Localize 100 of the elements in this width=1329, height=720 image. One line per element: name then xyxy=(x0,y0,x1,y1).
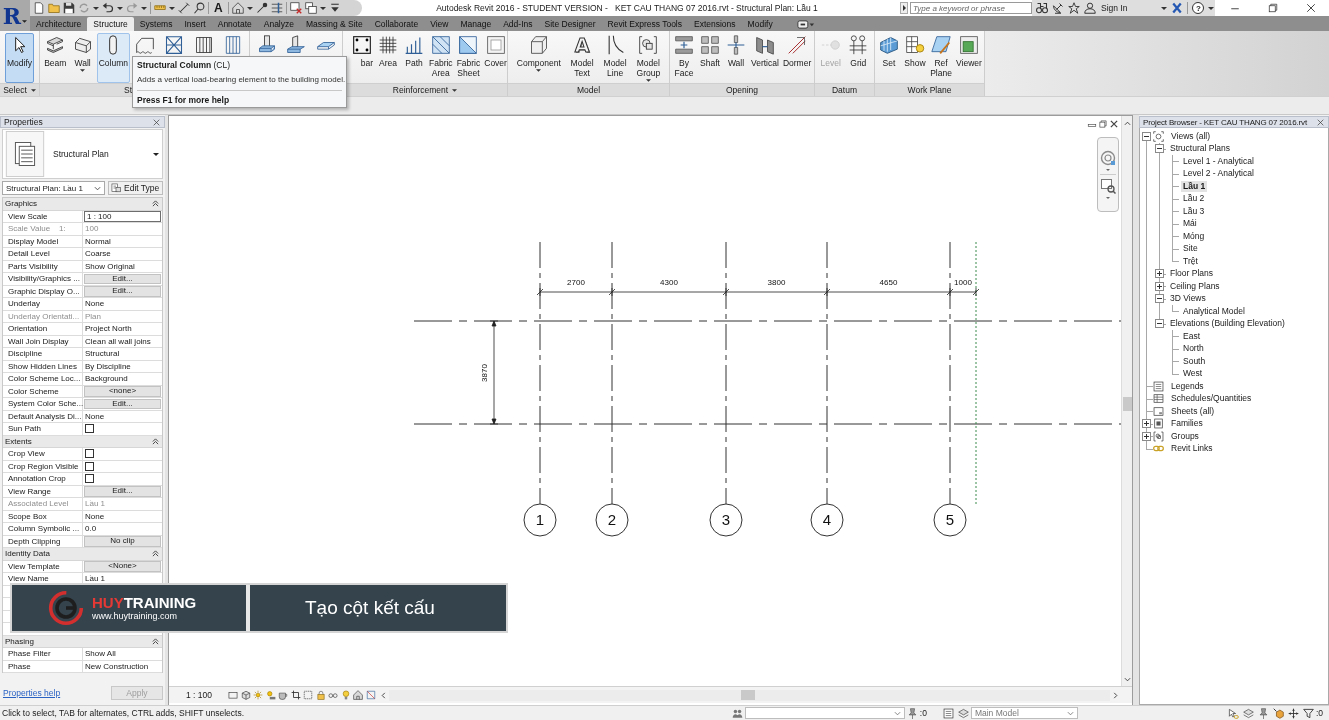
leader-circle-icon[interactable] xyxy=(193,2,205,14)
cube-icon[interactable] xyxy=(240,690,251,700)
chevron-right-icon[interactable] xyxy=(1113,691,1118,699)
close-windows-icon[interactable] xyxy=(289,2,302,14)
chevron-left-icon[interactable] xyxy=(381,691,386,699)
tree-item[interactable]: West xyxy=(1181,368,1205,380)
floppy-icon[interactable] xyxy=(63,2,75,14)
ribbon-button[interactable]: Area xyxy=(375,33,401,83)
caret-icon[interactable] xyxy=(1208,6,1215,10)
tree-item[interactable]: 3D Views xyxy=(1168,293,1208,305)
close-icon[interactable] xyxy=(152,117,161,127)
frame-diagonal-icon[interactable] xyxy=(365,690,376,700)
crop-icon[interactable] xyxy=(290,690,301,700)
layers-icon[interactable] xyxy=(1242,707,1254,719)
tree-item[interactable]: Views (all) xyxy=(1169,130,1213,142)
ribbon-tab[interactable]: Insert xyxy=(178,17,212,31)
property-button[interactable]: No clip xyxy=(84,536,161,547)
ribbon-button[interactable]: Grid xyxy=(845,33,872,83)
tree-item[interactable]: Level 1 - Analytical xyxy=(1181,155,1256,167)
caret-icon[interactable] xyxy=(246,6,253,10)
ribbon-button[interactable]: Wall xyxy=(723,33,749,83)
chevron-up-icon[interactable] xyxy=(1123,121,1131,126)
caret-icon[interactable] xyxy=(93,6,99,10)
group-header[interactable]: Identity Data xyxy=(3,548,162,561)
plus-box-icon[interactable] xyxy=(1154,269,1164,279)
ribbon-tab[interactable]: Site Designer xyxy=(538,17,602,31)
line-dot-icon[interactable] xyxy=(255,2,268,14)
tree-item[interactable]: North xyxy=(1181,343,1206,355)
house-icon[interactable] xyxy=(231,2,244,14)
tree-item[interactable]: Mái xyxy=(1181,218,1199,230)
document-icon[interactable] xyxy=(33,2,45,14)
hexagon-icon[interactable] xyxy=(1272,707,1284,719)
ribbon-button[interactable]: Set xyxy=(876,33,902,83)
close-icon[interactable] xyxy=(1316,117,1325,127)
tree-item[interactable]: Elevations (Building Elevation) xyxy=(1168,318,1287,330)
ribbon-button[interactable]: Dormer xyxy=(780,33,814,83)
tree-item[interactable]: Lầu 1 xyxy=(1181,180,1208,192)
customize-icon[interactable] xyxy=(328,2,341,14)
scale-field[interactable]: 1 : 100 xyxy=(84,210,161,222)
ribbon-tab[interactable]: Add-Ins xyxy=(497,17,539,31)
thin-lines-icon[interactable] xyxy=(270,2,283,14)
ribbon-button[interactable]: Viewer xyxy=(954,33,984,83)
property-button[interactable]: Edit... xyxy=(84,273,161,284)
tree-item[interactable]: Schedules/Quantities xyxy=(1169,393,1254,405)
caret-icon[interactable] xyxy=(452,88,458,92)
checkbox[interactable] xyxy=(85,461,94,471)
vertical-scrollbar[interactable] xyxy=(1121,116,1132,686)
grid-line[interactable] xyxy=(810,241,844,537)
ribbon-button[interactable]: Fabric Sheet xyxy=(454,33,483,83)
ribbon-tab[interactable]: View xyxy=(424,17,455,31)
plus-box-icon[interactable] xyxy=(1154,281,1164,291)
house-icon[interactable] xyxy=(353,690,363,700)
restore-icon[interactable] xyxy=(1267,2,1279,14)
ribbon-tab[interactable]: Collaborate xyxy=(368,17,425,31)
tree-item[interactable]: Structural Plans xyxy=(1168,143,1232,155)
pin-icon[interactable] xyxy=(906,707,918,719)
tree-item[interactable]: Revit Links xyxy=(1169,443,1215,455)
group-header[interactable]: Graphics xyxy=(3,198,162,211)
tree-item[interactable]: Lầu 3 xyxy=(1181,205,1207,217)
property-button[interactable]: Edit... xyxy=(84,486,161,497)
ribbon-button[interactable]: Ref Plane xyxy=(928,33,954,83)
wheel-icon[interactable] xyxy=(1100,150,1116,166)
tree-item[interactable]: Sheets (all) xyxy=(1169,405,1216,417)
ribbon-button[interactable]: Component xyxy=(514,33,563,83)
chevron-down-icon[interactable] xyxy=(1123,677,1131,682)
text-tool-button[interactable]: A xyxy=(212,1,225,15)
list-box-icon[interactable] xyxy=(942,707,954,719)
property-button[interactable]: Edit... xyxy=(84,286,161,297)
move-arrows-icon[interactable] xyxy=(1287,707,1299,719)
ribbon-tab[interactable]: Extensions xyxy=(688,17,742,31)
bulb-icon[interactable] xyxy=(340,690,351,700)
ribbon-button[interactable]: Modify xyxy=(4,33,34,83)
tree-item[interactable]: Site xyxy=(1181,243,1200,255)
tree-item[interactable]: Móng xyxy=(1181,230,1207,242)
switch-windows-icon[interactable] xyxy=(304,2,317,14)
minus-box-icon[interactable] xyxy=(1154,294,1164,304)
sun-shadow-icon[interactable] xyxy=(265,690,276,700)
ribbon-button[interactable]: Wall xyxy=(69,33,96,83)
minus-box-icon[interactable] xyxy=(1141,131,1151,141)
people-icon[interactable] xyxy=(731,707,743,719)
tree-item[interactable]: Trệt xyxy=(1181,255,1200,267)
binoculars-icon[interactable] xyxy=(1036,2,1048,14)
triangle-icon[interactable] xyxy=(900,2,908,14)
caret-icon[interactable] xyxy=(30,88,36,92)
ribbon-button[interactable]: Beam xyxy=(42,33,69,83)
design-option-dropdown[interactable]: Main Model xyxy=(970,707,1078,719)
checkbox[interactable] xyxy=(85,474,94,484)
cursor-chain-icon[interactable] xyxy=(1227,707,1239,719)
caret-icon[interactable] xyxy=(1161,6,1168,10)
pin-icon[interactable] xyxy=(1257,707,1269,719)
minus-box-icon[interactable] xyxy=(1154,144,1164,154)
caret-icon[interactable] xyxy=(169,6,175,10)
zoom-window-icon[interactable] xyxy=(1100,178,1116,194)
sign-in-button[interactable]: Sign In xyxy=(1084,2,1128,14)
ribbon-tab[interactable]: Analyze xyxy=(257,17,300,31)
caret-icon[interactable] xyxy=(1106,169,1110,171)
x-mark-icon[interactable] xyxy=(1171,2,1184,14)
grid-line[interactable] xyxy=(709,241,743,537)
ribbon-tab[interactable]: Structure xyxy=(87,17,134,31)
cup-icon[interactable] xyxy=(278,690,288,700)
